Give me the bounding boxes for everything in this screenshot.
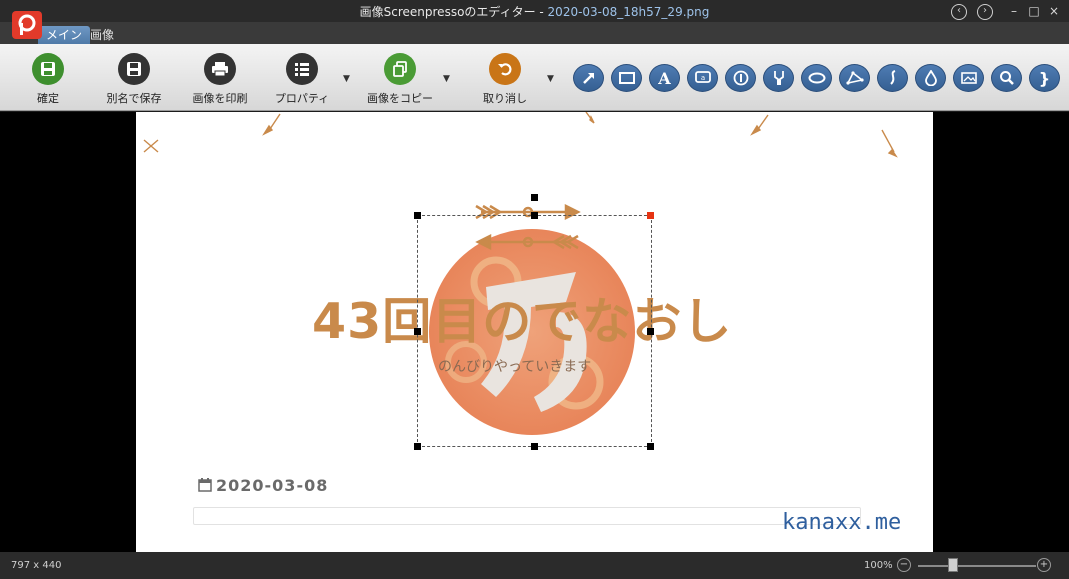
confirm-button[interactable]: 確定 (27, 53, 69, 105)
zoom-slider-thumb[interactable] (948, 558, 959, 572)
printer-icon (204, 53, 236, 85)
back-icon[interactable]: ‹ (951, 4, 967, 20)
screenshot-canvas[interactable]: 43回目のでなおし のんびりやっていきます 2020-03-08 kanaxx.… (136, 112, 933, 552)
properties-dropdown-icon[interactable]: ▼ (343, 74, 350, 84)
print-button[interactable]: 画像を印刷 (186, 53, 254, 105)
ellipse-icon[interactable] (801, 64, 832, 92)
zoom-in-button[interactable]: + (1037, 558, 1051, 572)
resize-handle-top-right[interactable] (647, 212, 654, 219)
selection-box[interactable] (417, 215, 652, 447)
watermark-text: kanaxx.me (782, 510, 902, 535)
editor-canvas-area: 43回目のでなおし のんびりやっていきます 2020-03-08 kanaxx.… (0, 112, 1069, 552)
zoom-slider-track[interactable] (918, 565, 1036, 567)
post-date: 2020-03-08 (198, 476, 328, 496)
title-bar: 画像Screenpressoのエディター - 2020-03-08_18h57_… (0, 0, 1069, 22)
window-title: 画像Screenpressoのエディター - 2020-03-08_18h57_… (0, 3, 1069, 20)
logo-glyph-icon (18, 14, 36, 35)
content-placeholder-box (193, 507, 861, 525)
post-date-text: 2020-03-08 (216, 476, 329, 495)
status-bar: 797 x 440 100% − + (0, 552, 1069, 579)
zoom-level: 100% (864, 560, 893, 571)
brace-icon[interactable]: } (1029, 64, 1060, 92)
close-button[interactable]: × (1046, 3, 1062, 19)
list-icon (286, 53, 318, 85)
svg-text:a: a (700, 74, 704, 82)
image-dimensions: 797 x 440 (11, 560, 62, 571)
highlighter-icon[interactable] (763, 64, 794, 92)
print-label: 画像を印刷 (192, 92, 248, 105)
maximize-button[interactable]: □ (1026, 3, 1042, 19)
image-icon[interactable] (953, 64, 984, 92)
undo-label: 取り消し (483, 92, 527, 105)
resize-handle-top-left[interactable] (414, 212, 421, 219)
save-as-disk-icon (118, 53, 150, 85)
rotate-handle[interactable] (531, 194, 538, 201)
copy-dropdown-icon[interactable]: ▼ (443, 74, 450, 84)
blur-drop-icon[interactable] (915, 64, 946, 92)
decorative-arrows-icon (143, 112, 898, 158)
ribbon-tab-strip: メイン 画像 (0, 22, 1069, 44)
resize-handle-bottom[interactable] (531, 443, 538, 450)
curve-icon[interactable] (877, 64, 908, 92)
magnifier-icon[interactable] (991, 64, 1022, 92)
rectangle-icon[interactable] (611, 64, 642, 92)
screenpresso-logo-icon[interactable] (12, 11, 42, 39)
resize-handle-bottom-left[interactable] (414, 443, 421, 450)
properties-label: プロパティ (274, 92, 330, 105)
copy-image-label: 画像をコピー (367, 92, 433, 105)
resize-handle-right[interactable] (647, 328, 654, 335)
calendar-icon (198, 477, 212, 496)
properties-button[interactable]: プロパティ (272, 53, 332, 105)
copy-icon (384, 53, 416, 85)
resize-handle-left[interactable] (414, 328, 421, 335)
undo-arrow-icon (489, 53, 521, 85)
copy-image-button[interactable]: 画像をコピー (364, 53, 436, 105)
save-as-label: 別名で保存 (106, 92, 162, 105)
step-number-icon[interactable] (725, 64, 756, 92)
confirm-label: 確定 (37, 92, 59, 105)
forward-icon[interactable]: › (977, 4, 993, 20)
callout-icon[interactable]: a (687, 64, 718, 92)
arrow-icon[interactable] (573, 64, 604, 92)
undo-dropdown-icon[interactable]: ▼ (547, 74, 554, 84)
undo-button[interactable]: 取り消し (479, 53, 531, 105)
polyline-icon[interactable] (839, 64, 870, 92)
minimize-button[interactable]: – (1006, 3, 1022, 19)
text-icon[interactable]: A (649, 64, 680, 92)
save-disk-icon (32, 53, 64, 85)
ribbon-toolbar: 確定 別名で保存 画像を印刷 プロパティ ▼ 画像をコピー ▼ 取り消し ▼ A… (0, 44, 1069, 111)
window-title-prefix: 画像Screenpressoのエディター - (359, 5, 548, 19)
tab-image[interactable]: 画像 (82, 26, 122, 44)
resize-handle-top[interactable] (531, 212, 538, 219)
zoom-out-button[interactable]: − (897, 558, 911, 572)
window-file-name: 2020-03-08_18h57_29.png (547, 5, 710, 19)
resize-handle-bottom-right[interactable] (647, 443, 654, 450)
save-as-button[interactable]: 別名で保存 (98, 53, 170, 105)
